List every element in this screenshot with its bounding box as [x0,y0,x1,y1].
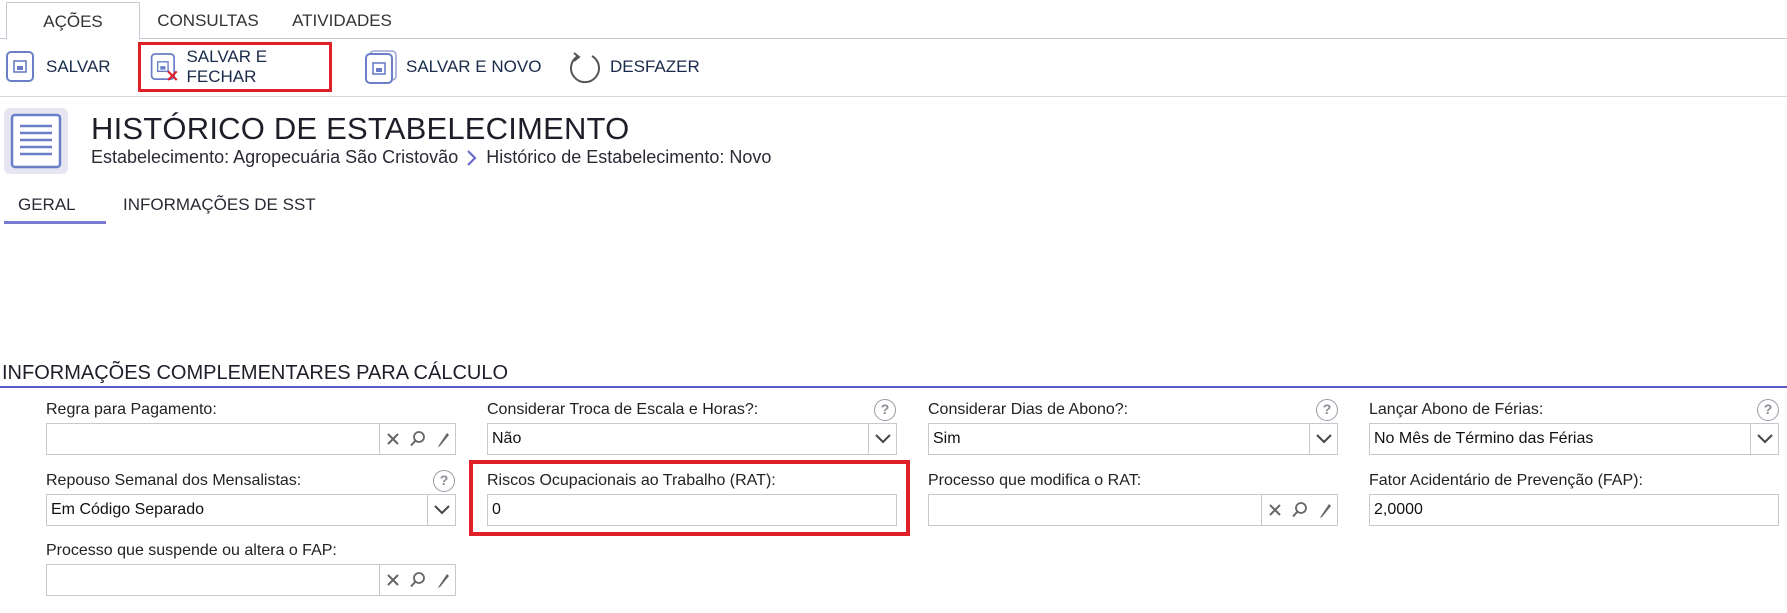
troca-escala-value: Não [492,430,522,447]
save-close-icon [150,53,178,81]
rat-input[interactable]: 0 [487,494,897,526]
field-abono-ferias: Lançar Abono de Férias: ? No Mês de Térm… [1369,399,1779,457]
regra-pagamento-input[interactable] [46,423,456,455]
abono-ferias-value: No Mês de Término das Férias [1374,430,1594,447]
help-icon[interactable]: ? [1757,399,1779,421]
edit-icon[interactable] [1312,495,1337,525]
breadcrumb: Estabelecimento: Agropecuária São Cristo… [91,147,771,168]
regra-pagamento-tools [379,424,455,454]
top-tabs: AÇÕES CONSULTAS ATIVIDADES [0,0,1787,40]
dias-abono-select[interactable]: Sim [928,423,1338,455]
tab-acoes[interactable]: AÇÕES [6,2,140,40]
repouso-semanal-label: Repouso Semanal dos Mensalistas: [46,472,302,489]
edit-icon[interactable] [430,424,455,454]
section-divider [0,386,1787,388]
clear-icon[interactable] [380,565,405,595]
abono-ferias-label: Lançar Abono de Férias: [1369,401,1544,418]
search-icon[interactable] [405,424,430,454]
rat-value: 0 [492,501,501,518]
save-icon [6,51,34,82]
field-rat: Riscos Ocupacionais ao Trabalho (RAT): 0 [487,472,897,528]
tab-atividades[interactable]: ATIVIDADES [286,2,398,39]
save-and-close-button[interactable]: SALVAR E FECHAR [138,42,332,92]
toolbar: SALVAR SALVAR E FECHAR SALVAR E NOVO DES… [0,40,1787,97]
save-and-new-label: SALVAR E NOVO [406,57,542,76]
fap-value: 2,0000 [1374,501,1423,518]
tab-informacoes-sst[interactable]: INFORMAÇÕES DE SST [123,192,323,224]
abono-ferias-select[interactable]: No Mês de Término das Férias [1369,423,1779,455]
field-fap: Fator Acidentário de Prevenção (FAP): 2,… [1369,472,1779,528]
clear-icon[interactable] [1262,495,1287,525]
chevron-down-icon[interactable] [427,495,455,525]
regra-pagamento-label: Regra para Pagamento: [46,401,217,418]
chevron-right-icon [467,149,477,166]
field-processo-fap: Processo que suspende ou altera o FAP: [46,542,456,598]
troca-escala-label: Considerar Troca de Escala e Horas?: [487,401,759,418]
rat-label: Riscos Ocupacionais ao Trabalho (RAT): [487,472,776,489]
search-icon[interactable] [1287,495,1312,525]
save-button-label: SALVAR [46,57,111,76]
dias-abono-value: Sim [933,430,961,447]
save-and-close-label: SALVAR E FECHAR [186,47,268,86]
help-icon[interactable]: ? [874,399,896,421]
breadcrumb-current: Histórico de Estabelecimento: Novo [486,147,772,167]
search-icon[interactable] [405,565,430,595]
breadcrumb-parent[interactable]: Estabelecimento: Agropecuária São Cristo… [91,147,458,168]
field-troca-escala: Considerar Troca de Escala e Horas?: ? N… [487,399,897,457]
fap-label: Fator Acidentário de Prevenção (FAP): [1369,472,1643,489]
chevron-down-icon[interactable] [1750,424,1778,454]
repouso-semanal-select[interactable]: Em Código Separado [46,494,456,526]
dias-abono-label: Considerar Dias de Abono?: [928,401,1129,418]
page-title: HISTÓRICO DE ESTABELECIMENTO [91,111,630,146]
undo-icon [570,52,600,84]
clear-icon[interactable] [380,424,405,454]
undo-button[interactable]: DESFAZER [568,44,700,90]
edit-icon[interactable] [430,565,455,595]
help-icon[interactable]: ? [433,470,455,492]
tab-geral[interactable]: GERAL [4,192,106,224]
field-repouso-semanal: Repouso Semanal dos Mensalistas: ? Em Có… [46,470,456,528]
save-and-new-button[interactable]: SALVAR E NOVO [364,44,541,90]
field-dias-abono: Considerar Dias de Abono?: ? Sim [928,399,1338,457]
save-button[interactable]: SALVAR [4,44,111,90]
troca-escala-select[interactable]: Não [487,423,897,455]
processo-rat-tools [1261,495,1337,525]
fap-input[interactable]: 2,0000 [1369,494,1779,526]
tab-consultas[interactable]: CONSULTAS [148,2,268,39]
chevron-down-icon[interactable] [1309,424,1337,454]
save-new-icon [365,50,397,84]
processo-fap-label: Processo que suspende ou altera o FAP: [46,542,337,559]
undo-label: DESFAZER [610,57,700,76]
help-icon[interactable]: ? [1316,399,1338,421]
repouso-semanal-value: Em Código Separado [51,501,204,518]
processo-rat-input[interactable] [928,494,1338,526]
chevron-down-icon[interactable] [868,424,896,454]
processo-fap-tools [379,565,455,595]
document-list-icon [4,108,68,174]
processo-fap-input[interactable] [46,564,456,596]
field-regra-pagamento: Regra para Pagamento: [46,401,456,457]
field-processo-rat: Processo que modifica o RAT: [928,472,1338,528]
section-title: INFORMAÇÕES COMPLEMENTARES PARA CÁLCULO [2,362,509,384]
processo-rat-label: Processo que modifica o RAT: [928,472,1142,489]
